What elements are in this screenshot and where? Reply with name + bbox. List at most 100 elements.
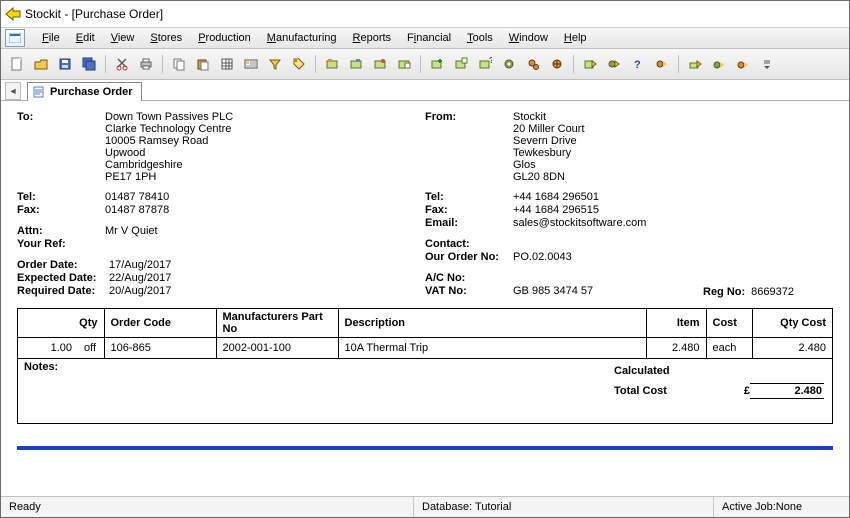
- label-attn: Attn:: [17, 225, 105, 237]
- tb-sep: [162, 55, 163, 73]
- tab-nav-left-icon[interactable]: ◄: [5, 82, 21, 100]
- tb-save-icon[interactable]: [55, 54, 75, 74]
- status-ready: Ready: [1, 497, 414, 517]
- from-line: Glos: [513, 159, 585, 171]
- tb-run1-icon[interactable]: [580, 54, 600, 74]
- tb-qmark-icon[interactable]: ?: [628, 54, 648, 74]
- tb-overflow-icon[interactable]: [757, 54, 777, 74]
- menu-stores[interactable]: Stores: [143, 30, 189, 46]
- from-line: GL20 8DN: [513, 171, 585, 183]
- tb-add-icon[interactable]: [427, 54, 447, 74]
- to-tel: 01487 78410: [105, 191, 425, 203]
- document-tab-bar: ◄ Purchase Order: [1, 80, 849, 101]
- label-fax: Fax:: [17, 204, 105, 216]
- tb-cut-icon[interactable]: [112, 54, 132, 74]
- cell-mpn: 2002-001-100: [216, 338, 338, 359]
- toolbar: ? ?: [1, 49, 849, 80]
- tb-print-icon[interactable]: [136, 54, 156, 74]
- cell-unit: off: [78, 338, 104, 359]
- svg-text:?: ?: [634, 59, 641, 71]
- table-row[interactable]: 1.00 off 106-865 2002-001-100 10A Therma…: [18, 338, 832, 359]
- menu-edit[interactable]: Edit: [69, 30, 102, 46]
- from-fax: +44 1684 296515: [513, 204, 703, 216]
- tb-new-icon[interactable]: [7, 54, 27, 74]
- to-column: To: Down Town Passives PLC Clarke Techno…: [17, 111, 425, 298]
- tb-sep: [105, 55, 106, 73]
- label-requireddate: Required Date:: [17, 285, 109, 297]
- to-attn: Mr V Quiet: [105, 225, 425, 237]
- table-header-row: Qty Order Code Manufacturers Part No Des…: [18, 309, 832, 338]
- menu-view[interactable]: View: [104, 30, 142, 46]
- tb-gear3-icon[interactable]: [547, 54, 567, 74]
- tb-ship2-icon[interactable]: [709, 54, 729, 74]
- label-totalcost: Total Cost: [614, 385, 736, 397]
- col-mpn: Manufacturers Part No: [216, 309, 338, 338]
- menu-window[interactable]: Window: [502, 30, 555, 46]
- tb-mod3-icon[interactable]: [370, 54, 390, 74]
- menu-help[interactable]: Help: [557, 30, 594, 46]
- tb-sep: [573, 55, 574, 73]
- tb-link-icon[interactable]: [451, 54, 471, 74]
- tb-tag-icon[interactable]: [289, 54, 309, 74]
- order-date: 17/Aug/2017: [109, 259, 425, 271]
- to-address: Down Town Passives PLC Clarke Technology…: [105, 111, 233, 183]
- tb-run3-icon[interactable]: [652, 54, 672, 74]
- ac-no: [513, 272, 703, 284]
- tb-ship3-icon[interactable]: [733, 54, 753, 74]
- menu-manufacturing[interactable]: Manufacturing: [260, 30, 344, 46]
- from-line: 20 Miller Court: [513, 123, 585, 135]
- mdi-system-icon[interactable]: [5, 29, 25, 47]
- cell-cost: each: [706, 338, 752, 359]
- menu-reports[interactable]: Reports: [346, 30, 399, 46]
- tb-card-icon[interactable]: [241, 54, 261, 74]
- menu-file[interactable]: FFileile: [35, 30, 67, 46]
- from-line: Stockit: [513, 111, 585, 123]
- cell-item: 2.480: [646, 338, 706, 359]
- reg-no: 8669372: [751, 286, 794, 298]
- required-date: 20/Aug/2017: [109, 285, 425, 297]
- col-desc: Description: [338, 309, 646, 338]
- tb-run2-icon[interactable]: [604, 54, 624, 74]
- menu-tools[interactable]: Tools: [460, 30, 500, 46]
- tb-mod4-icon[interactable]: [394, 54, 414, 74]
- to-line: Down Town Passives PLC: [105, 111, 233, 123]
- cell-ordercode: 106-865: [104, 338, 216, 359]
- our-order-no: PO.02.0043: [513, 251, 703, 263]
- tb-paste-icon[interactable]: [193, 54, 213, 74]
- label-from: From:: [425, 111, 513, 183]
- tb-grid-icon[interactable]: [217, 54, 237, 74]
- from-column: From: Stockit 20 Miller Court Severn Dri…: [425, 111, 833, 298]
- tb-filter-icon[interactable]: [265, 54, 285, 74]
- tb-saveall-icon[interactable]: [79, 54, 99, 74]
- label-fax: Fax:: [425, 204, 513, 216]
- menu-production[interactable]: Production: [191, 30, 258, 46]
- tb-copy-icon[interactable]: [169, 54, 189, 74]
- window-title: Stockit - [Purchase Order]: [25, 7, 163, 21]
- label-orderdate: Order Date:: [17, 259, 109, 271]
- to-line: Clarke Technology Centre: [105, 123, 233, 135]
- footer-separator: [17, 446, 833, 450]
- status-database: Database: Tutorial: [414, 497, 714, 517]
- cell-qtycost: 2.480: [752, 338, 832, 359]
- app-window: Stockit - [Purchase Order] FFileile Edit…: [0, 0, 850, 518]
- tb-open-icon[interactable]: [31, 54, 51, 74]
- menu-bar: FFileile Edit View Stores Production Man…: [1, 27, 849, 49]
- from-line: Tewkesbury: [513, 147, 585, 159]
- to-fax: 01487 87878: [105, 204, 425, 216]
- tab-purchase-order[interactable]: Purchase Order: [27, 82, 142, 101]
- purchase-order-document: To: Down Town Passives PLC Clarke Techno…: [1, 101, 849, 496]
- tb-gear2-icon[interactable]: [523, 54, 543, 74]
- label-yourref: Your Ref:: [17, 238, 105, 250]
- tb-sep: [420, 55, 421, 73]
- tb-help-icon[interactable]: ?: [475, 54, 495, 74]
- tb-mod1-icon[interactable]: [322, 54, 342, 74]
- menu-financial[interactable]: Financial: [400, 30, 458, 46]
- totals-box: Calculated Total Cost £ 2.480: [606, 359, 832, 423]
- tb-gear1-icon[interactable]: [499, 54, 519, 74]
- from-email: sales@stockitsoftware.com: [513, 217, 703, 229]
- status-bar: Ready Database: Tutorial Active Job:None: [1, 496, 849, 517]
- col-qtycost: Qty Cost: [752, 309, 832, 338]
- tb-mod2-icon[interactable]: [346, 54, 366, 74]
- tb-ship1-icon[interactable]: [685, 54, 705, 74]
- cell-desc: 10A Thermal Trip: [338, 338, 646, 359]
